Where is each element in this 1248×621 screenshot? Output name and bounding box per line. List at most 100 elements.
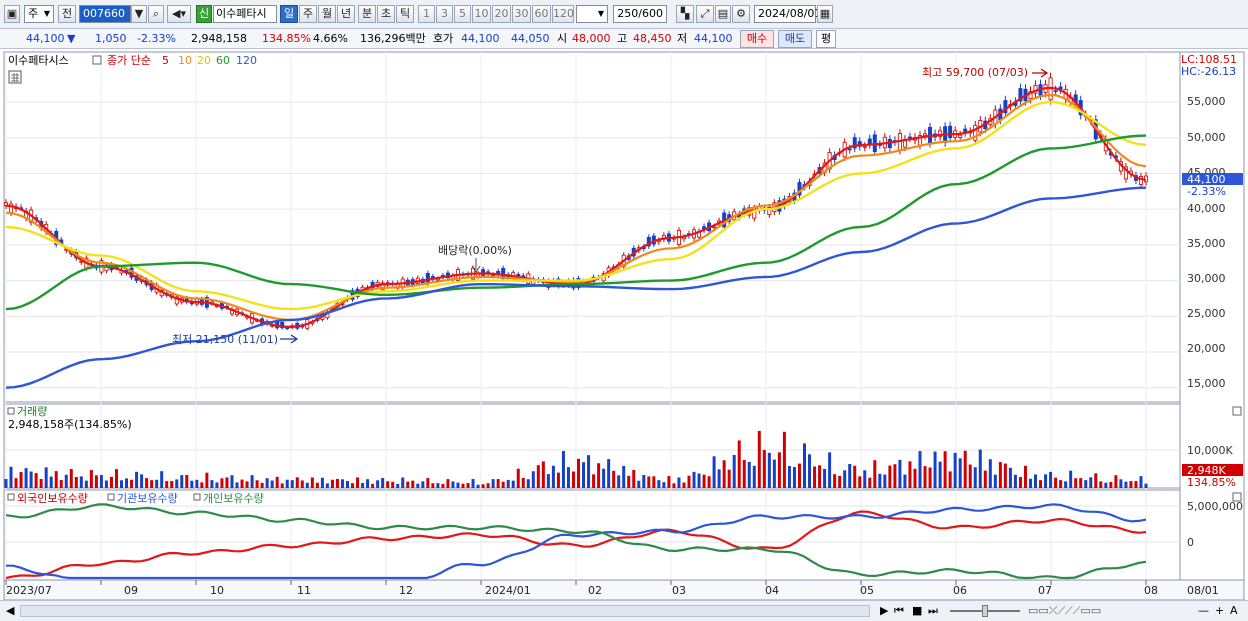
legend-ma120: 120: [236, 54, 257, 67]
chart-tools-icon[interactable]: ▚: [676, 5, 694, 23]
volume-bar: [843, 470, 847, 488]
volume-close-icon[interactable]: [1232, 406, 1242, 416]
individual-toggle-icon[interactable]: [193, 493, 201, 501]
stock-chart[interactable]: 이수페타시스 종가 단순 5 10 20 60 120 최고 59,700 (0…: [0, 50, 1248, 601]
volume-bar: [240, 479, 244, 488]
jeon-button[interactable]: 전: [58, 5, 76, 23]
volume-bar: [120, 480, 124, 488]
scroll-right-icon[interactable]: ▶: [880, 604, 888, 618]
date-input[interactable]: 2024/08/01: [754, 5, 821, 23]
window-menu-icon[interactable]: ▣: [4, 5, 20, 23]
volume-bar: [777, 452, 781, 488]
legend-toggle-icon[interactable]: [92, 55, 102, 65]
sell-button[interactable]: 매도: [778, 30, 812, 48]
volume-bar: [356, 477, 360, 488]
volume-bar: [1018, 477, 1022, 488]
current-price: 44,100: [26, 32, 65, 45]
search-icon[interactable]: ⌕: [148, 5, 164, 23]
speaker-icon[interactable]: ◀▾: [167, 5, 191, 23]
volume-bar: [1064, 481, 1068, 488]
volume-bar: [310, 477, 314, 488]
stock-code-input[interactable]: 007660: [79, 5, 131, 23]
volume-bar: [1044, 474, 1048, 488]
volume-bar: [667, 476, 671, 488]
layout-icons[interactable]: ▭▭⤫⟋⟋⟋▭▭: [1028, 604, 1101, 618]
tick-option-120[interactable]: 120: [552, 5, 574, 23]
save-icon[interactable]: ▤: [715, 5, 731, 23]
institution-toggle-icon[interactable]: [107, 493, 115, 501]
x-label-04: 04: [765, 584, 779, 597]
tab-tick[interactable]: 틱: [396, 5, 414, 23]
tab-second[interactable]: 초: [377, 5, 395, 23]
volume-bar: [868, 477, 872, 488]
tab-year[interactable]: 년: [337, 5, 355, 23]
volume-bar: [1114, 475, 1118, 488]
tick-option-60[interactable]: 60: [532, 5, 551, 23]
candle-body: [923, 133, 928, 136]
scroll-track[interactable]: [20, 605, 870, 617]
draw-line-icon[interactable]: ⤢: [696, 5, 714, 23]
volume-bar: [160, 471, 164, 488]
volume-bar: [521, 477, 525, 488]
volume-bar: [908, 461, 912, 488]
volume-bar: [903, 474, 907, 488]
tab-minute[interactable]: 분: [358, 5, 376, 23]
tick-option-5[interactable]: 5: [454, 5, 471, 23]
volume-bar: [828, 452, 832, 488]
gear-icon[interactable]: ⚙: [732, 5, 750, 23]
volume-bar: [441, 483, 445, 488]
tick-option-30[interactable]: 30: [512, 5, 531, 23]
tick-option-1[interactable]: 1: [418, 5, 435, 23]
volume-bar: [652, 476, 656, 488]
foreign-toggle-icon[interactable]: [7, 493, 15, 501]
legend-institution: 기관보유수량: [117, 492, 178, 505]
stop-icon[interactable]: ■: [912, 604, 922, 618]
tick-option-3[interactable]: 3: [436, 5, 453, 23]
volume-bar: [185, 474, 189, 488]
volume-bar: [340, 479, 344, 488]
zoom-out-icon[interactable]: —: [1198, 604, 1209, 618]
forward-icon[interactable]: ⏭: [928, 604, 938, 618]
volume-bar: [662, 482, 666, 488]
calendar-icon[interactable]: ▦: [817, 5, 833, 23]
high-annotation: 최고 59,700 (07/03): [922, 66, 1028, 79]
volume-bar: [99, 475, 103, 488]
volume-bar: [878, 473, 882, 488]
new-badge[interactable]: 신: [196, 5, 212, 23]
tick-option-20[interactable]: 20: [492, 5, 511, 23]
tab-month[interactable]: 월: [318, 5, 336, 23]
holdings-y-tick-5m: 5,000,000: [1187, 500, 1243, 513]
dividend-annotation: 배당락(0.00%): [438, 244, 512, 257]
volume-bar: [566, 467, 570, 488]
zoom-in-icon[interactable]: +: [1215, 604, 1224, 618]
eval-button[interactable]: 평: [816, 30, 836, 48]
volume-bar: [983, 470, 987, 488]
holdings-close-icon[interactable]: [1232, 492, 1242, 502]
count-field[interactable]: 250/600: [613, 5, 667, 23]
volume-bar: [1013, 474, 1017, 488]
volume-bar: [1034, 474, 1038, 488]
volume-bar: [1039, 480, 1043, 488]
volume-bar: [14, 478, 18, 488]
zoom-slider-thumb[interactable]: [982, 605, 988, 617]
volume-toggle-icon[interactable]: [7, 407, 15, 415]
tick-custom-select[interactable]: ▼: [576, 5, 608, 23]
period-type-select[interactable]: 주 ▼: [24, 5, 54, 23]
open-price: 48,000: [572, 32, 611, 45]
volume-bar: [933, 451, 937, 488]
tab-day[interactable]: 일: [280, 5, 298, 23]
font-size-icon[interactable]: A: [1230, 604, 1238, 618]
volume-bar: [44, 467, 48, 488]
x-label-date: 08/01: [1187, 584, 1219, 597]
rewind-icon[interactable]: ⏮: [894, 604, 904, 618]
toolbar: ▣ 주 ▼ 전 007660 ▼ ⌕ ◀▾ 신 이수페타시 일 주 월 년 분 초…: [0, 0, 1248, 29]
volume-bar: [873, 460, 877, 488]
tab-week[interactable]: 주: [299, 5, 317, 23]
code-dropdown-icon[interactable]: ▼: [131, 5, 147, 23]
volume-bar: [747, 461, 751, 488]
volume-bar: [64, 474, 68, 488]
buy-button[interactable]: 매수: [740, 30, 774, 48]
volume-bar: [1059, 480, 1063, 488]
scroll-left-icon[interactable]: ◀: [6, 604, 14, 618]
tick-option-10[interactable]: 10: [472, 5, 491, 23]
